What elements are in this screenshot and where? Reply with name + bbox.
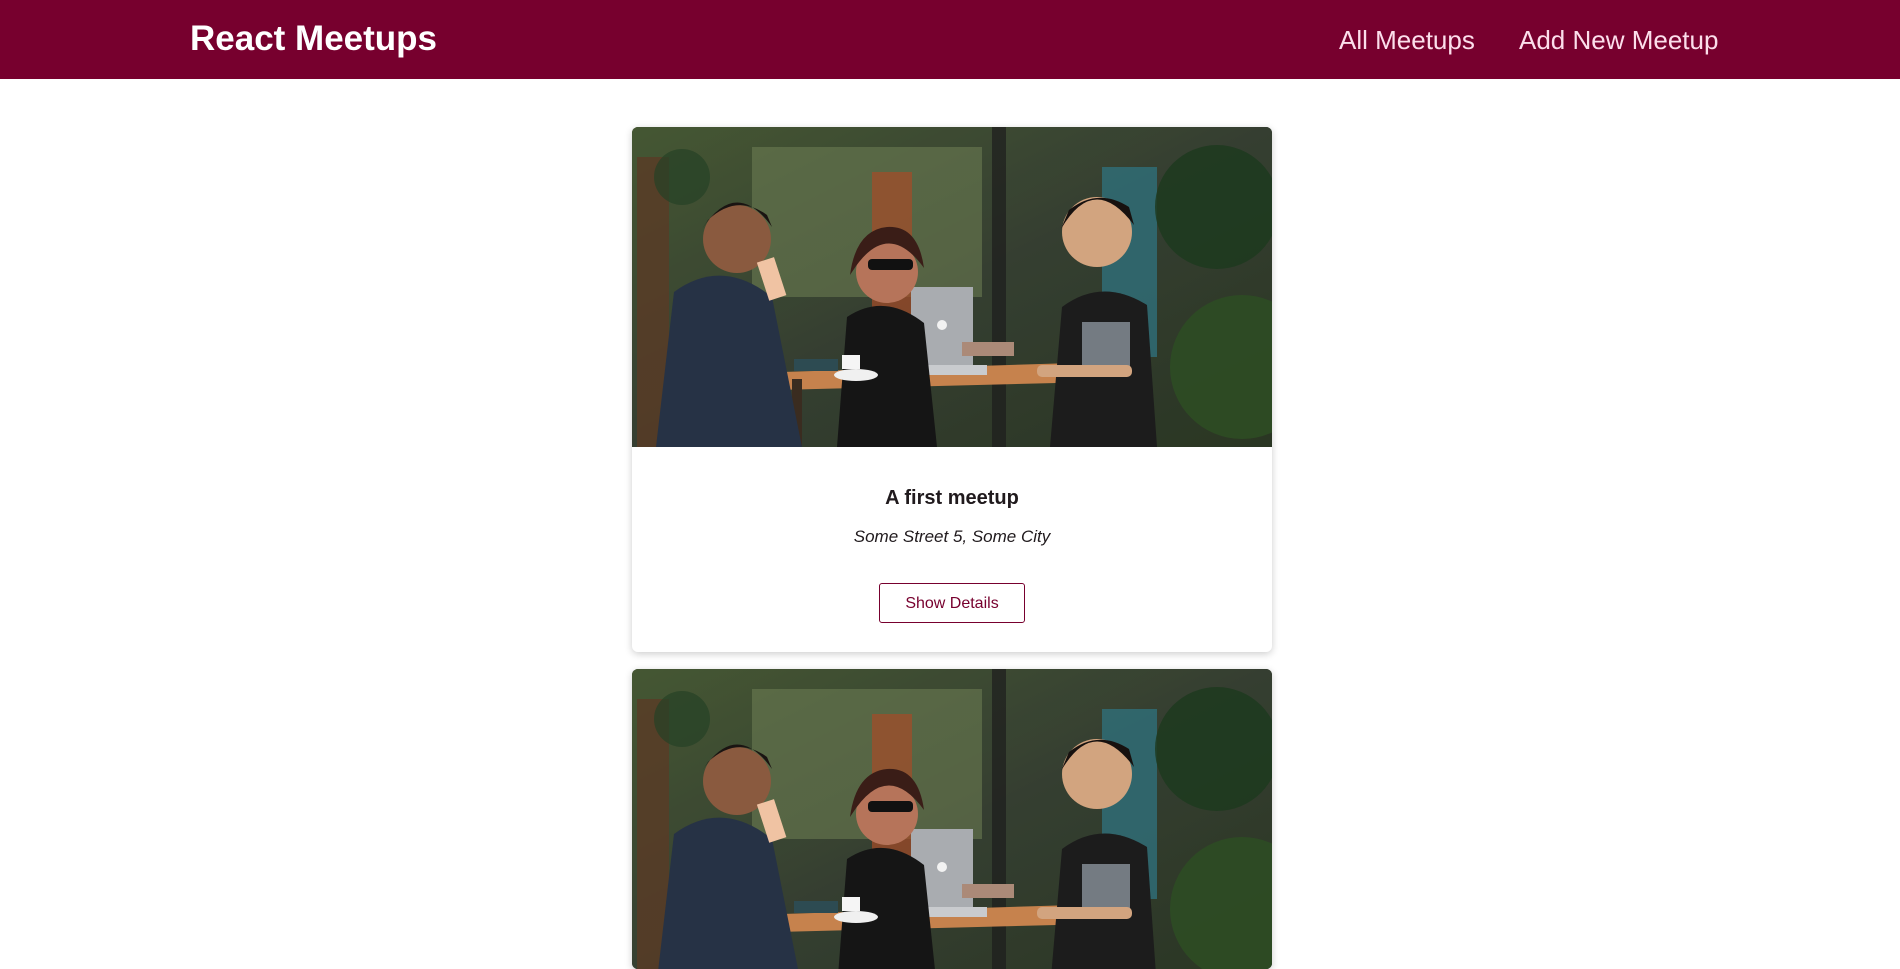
show-details-button[interactable]: Show Details	[879, 583, 1025, 623]
nav-all-meetups[interactable]: All Meetups	[1339, 22, 1475, 58]
meetup-photo	[632, 127, 1272, 447]
meetup-title: A first meetup	[885, 487, 1019, 509]
meetup-image	[632, 669, 1272, 969]
nav-add-new-meetup[interactable]: Add New Meetup	[1519, 22, 1718, 58]
meetup-card	[632, 669, 1272, 969]
meetup-address: Some Street 5, Some City	[853, 527, 1051, 546]
meetup-image	[632, 127, 1272, 447]
meetup-actions: Show Details	[632, 583, 1272, 623]
meetup-card: A first meetup Some Street 5, Some City …	[632, 127, 1272, 652]
logo[interactable]: React Meetups	[190, 18, 437, 60]
main-header: React Meetups All Meetups Add New Meetup	[0, 0, 1900, 79]
meetup-photo	[632, 669, 1272, 969]
meetup-content: A first meetup Some Street 5, Some City	[632, 485, 1272, 548]
